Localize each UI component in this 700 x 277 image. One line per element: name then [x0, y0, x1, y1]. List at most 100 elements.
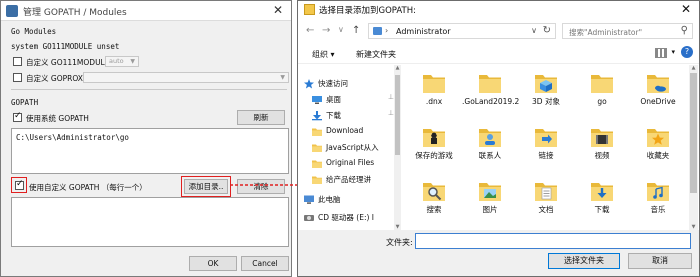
address-bar[interactable]: › Administrator ∨ ↻	[368, 23, 556, 39]
file-item-label: 音乐	[650, 205, 666, 214]
gopath-dialog: 管理 GOPATH / Modules ✕ Go Modules system …	[0, 0, 292, 277]
file-list-scrollbar[interactable]: ▲ ▼	[689, 65, 698, 230]
custom-goproxy-checkbox[interactable]	[13, 73, 22, 82]
goproxy-select[interactable]: ▼	[83, 72, 289, 83]
nav-item[interactable]: 给产品经理讲	[310, 173, 400, 187]
back-arrow-icon[interactable]: ←	[306, 25, 314, 36]
file-item[interactable]: 收藏夹	[630, 125, 686, 175]
close-icon[interactable]: ✕	[273, 3, 283, 17]
up-arrow-icon[interactable]: ↑	[352, 25, 360, 36]
nav-item[interactable]: 快速访问	[302, 77, 392, 91]
nav-item[interactable]: Download	[310, 125, 400, 139]
nav-item-label: 桌面	[326, 95, 341, 104]
file-item-label: OneDrive	[640, 97, 676, 106]
file-item[interactable]: go	[574, 71, 630, 121]
chevron-down-icon: ▼	[280, 74, 285, 81]
navigation-scrollbar[interactable]: ▲ ▼	[394, 65, 401, 230]
nav-item[interactable]: JavaScript从入	[310, 141, 400, 155]
view-options-icon[interactable]	[655, 48, 667, 58]
scroll-thumb[interactable]	[395, 75, 400, 155]
refresh-button[interactable]: 刷新	[237, 110, 285, 125]
gopath-heading: GOPATH	[11, 98, 39, 107]
file-item[interactable]: .GoLand2019.2	[462, 71, 519, 121]
scroll-up-icon[interactable]: ▲	[394, 65, 401, 71]
file-item[interactable]: OneDrive	[630, 71, 686, 121]
cancel-button[interactable]: 取消	[628, 253, 692, 269]
scroll-thumb[interactable]	[690, 73, 697, 193]
breadcrumb-separator: ›	[385, 26, 389, 35]
select-folder-button[interactable]: 选择文件夹	[548, 253, 620, 269]
file-item[interactable]: 音乐	[630, 179, 686, 229]
go111module-env-text: system GO111MODULE unset	[11, 42, 120, 51]
new-folder-button[interactable]: 新建文件夹	[356, 49, 396, 60]
recent-dropdown-icon[interactable]: ∨	[338, 25, 344, 34]
nav-item[interactable]: CD 驱动器 (E:) I	[302, 211, 392, 225]
scroll-up-icon[interactable]: ▲	[689, 65, 698, 71]
custom-go111module-label: 自定义 GO111MODULE	[26, 58, 110, 67]
close-icon[interactable]: ✕	[681, 2, 691, 16]
use-system-gopath-label: 使用系统 GOPATH	[26, 114, 89, 123]
folder-icon	[422, 71, 446, 95]
onedrive-folder-icon	[646, 71, 670, 95]
checkbox-highlight	[11, 177, 27, 193]
file-item[interactable]: 3D 对象	[518, 71, 574, 121]
file-item[interactable]: .dnx	[406, 71, 462, 121]
file-item[interactable]: 搜索	[406, 179, 462, 229]
chevron-down-icon: ▼	[130, 58, 135, 65]
music-icon	[646, 179, 670, 203]
star-icon	[304, 79, 314, 89]
folder-icon	[312, 128, 322, 136]
use-custom-gopath-label: 使用自定义 GOPATH （每行一个）	[29, 183, 147, 192]
contacts-icon	[478, 125, 502, 149]
custom-go111module-checkbox[interactable]	[13, 57, 22, 66]
navigation-pane: 快速访问 桌面 ⊥ 下载 ⊥ Download JavaScript从入 Original F…	[298, 65, 394, 230]
chevron-down-icon[interactable]: ▾	[671, 48, 675, 56]
file-item[interactable]: 文档	[518, 179, 574, 229]
folder-picker-titlebar: 选择目录添加到GOPATH: ✕	[298, 1, 699, 19]
custom-gopath-textarea[interactable]	[11, 197, 289, 247]
searches-icon	[422, 179, 446, 203]
saved-games-icon	[422, 125, 446, 149]
go111module-select[interactable]: auto ▼	[105, 56, 139, 67]
folder-picker-dialog: 选择目录添加到GOPATH: ✕ ← → ∨ ↑ › Administrator…	[297, 0, 700, 277]
breadcrumb[interactable]: Administrator	[396, 27, 451, 36]
file-list: .dnx .GoLand2019.2 3D 对象 go OneDrive 保存的游戏 联系人…	[406, 65, 688, 230]
folder-icon	[312, 144, 322, 152]
gopath-dialog-title: 管理 GOPATH / Modules	[23, 8, 127, 18]
help-icon[interactable]: ?	[681, 46, 693, 58]
file-item[interactable]: 联系人	[462, 125, 518, 175]
nav-item-label: CD 驱动器 (E:) I	[318, 213, 374, 222]
organize-menu[interactable]: 组织 ▾	[312, 49, 335, 60]
nav-item-label: 此电脑	[318, 195, 341, 204]
folder-name-label: 文件夹:	[386, 238, 413, 247]
forward-arrow-icon[interactable]: →	[322, 25, 330, 36]
nav-item[interactable]: 此电脑	[302, 193, 392, 207]
folder-name-input[interactable]	[415, 233, 691, 249]
nav-item-label: 快速访问	[318, 79, 348, 88]
nav-item[interactable]: Original Files	[310, 157, 400, 171]
refresh-icon[interactable]: ↻	[543, 25, 551, 36]
nav-item-label: Download	[326, 126, 364, 135]
ok-button[interactable]: OK	[189, 256, 237, 271]
cancel-button[interactable]: Cancel	[241, 256, 289, 271]
nav-item-label: 下载	[326, 111, 341, 120]
file-item-label: 搜索	[426, 205, 442, 214]
dialog-footer: 文件夹: 选择文件夹 取消	[298, 230, 699, 276]
system-gopath-value: C:\Users\Administrator\go	[16, 133, 129, 142]
file-item-label: 下载	[594, 205, 610, 214]
downloads-icon	[590, 179, 614, 203]
nav-item[interactable]: 下载 ⊥	[310, 109, 400, 123]
divider	[11, 89, 287, 90]
file-item-label: 3D 对象	[532, 97, 560, 106]
file-item[interactable]: 图片	[462, 179, 518, 229]
use-system-gopath-checkbox[interactable]	[13, 111, 22, 122]
favorites-icon	[646, 125, 670, 149]
system-gopath-textarea[interactable]: C:\Users\Administrator\go	[11, 128, 289, 174]
nav-item[interactable]: 桌面 ⊥	[310, 93, 400, 107]
chevron-down-icon[interactable]: ∨	[531, 26, 537, 35]
file-item[interactable]: 保存的游戏	[406, 125, 462, 175]
file-item[interactable]: 下载	[574, 179, 630, 229]
file-item[interactable]: 视频	[574, 125, 630, 175]
search-input[interactable]: 搜索"Administrator" ⚲	[562, 23, 693, 39]
file-item[interactable]: 链接	[518, 125, 574, 175]
